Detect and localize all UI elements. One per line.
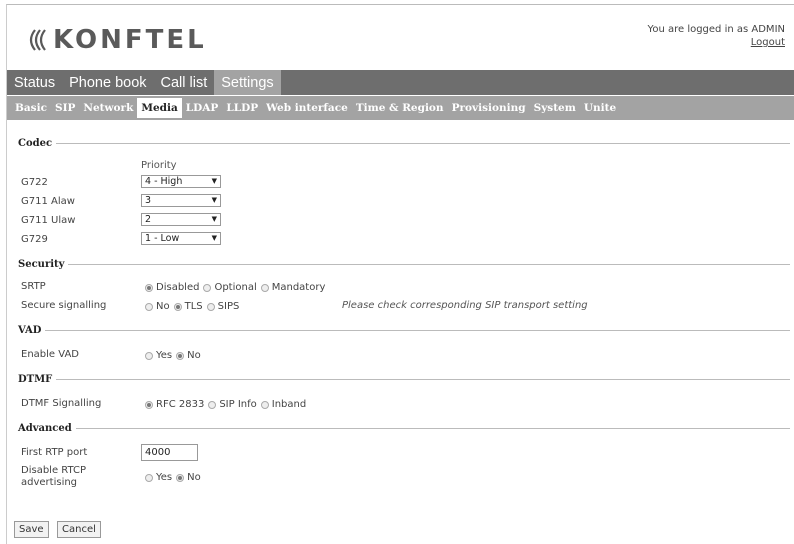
codec-label-g711-ulaw: G711 Ulaw — [21, 215, 76, 226]
subtab-web-interface[interactable]: Web interface — [262, 98, 352, 118]
dtmf-sip-info-radio[interactable]: SIP Info — [208, 399, 257, 410]
srtp-mandatory-radio[interactable]: Mandatory — [260, 282, 325, 293]
sip-transport-note: Please check corresponding SIP transport… — [342, 300, 588, 311]
signalling-no-radio[interactable]: No — [145, 301, 170, 312]
g711-alaw-priority-select[interactable]: 3 ▼ — [141, 194, 221, 207]
logo-text: KONFTEL — [53, 25, 207, 55]
cancel-button[interactable]: Cancel — [57, 521, 101, 538]
vad-section-title: VAD — [18, 325, 790, 336]
subtab-ldap[interactable]: LDAP — [182, 98, 223, 118]
first-rtp-port-input[interactable]: 4000 — [141, 444, 198, 461]
dtmf-section-title: DTMF — [18, 374, 790, 385]
subtab-media[interactable]: Media — [137, 98, 182, 118]
g729-priority-value: 1 - Low — [145, 233, 180, 244]
tab-settings[interactable]: Settings — [214, 70, 281, 95]
security-title: Security — [18, 259, 65, 270]
secure-signalling-radio-group: No TLS SIPS — [145, 301, 243, 312]
srtp-optional-radio[interactable]: Optional — [203, 282, 257, 293]
tab-status[interactable]: Status — [7, 70, 62, 95]
media-settings-form: Codec Priority G722 4 - High ▼ G711 Alaw … — [7, 120, 794, 543]
rtcp-no-radio[interactable]: No — [176, 472, 201, 483]
login-status: You are logged in as ADMIN — [647, 24, 785, 35]
srtp-label: SRTP — [21, 281, 46, 292]
subtab-system[interactable]: System — [530, 98, 580, 118]
subtab-sip[interactable]: SIP — [51, 98, 79, 118]
subtab-network[interactable]: Network — [79, 98, 137, 118]
main-nav: Status Phone book Call list Settings — [7, 70, 794, 95]
subtab-lldp[interactable]: LLDP — [222, 98, 262, 118]
advanced-title: Advanced — [18, 423, 72, 434]
g711-ulaw-priority-value: 2 — [145, 214, 152, 225]
dtmf-title: DTMF — [18, 374, 53, 385]
codec-label-g711-alaw: G711 Alaw — [21, 196, 75, 207]
codec-label-g722: G722 — [21, 177, 48, 188]
vad-yes-radio[interactable]: Yes — [145, 350, 172, 361]
vad-no-radio[interactable]: No — [176, 350, 201, 361]
advanced-section-title: Advanced — [18, 423, 790, 434]
dropdown-arrow-icon: ▼ — [211, 234, 217, 242]
subtab-unite[interactable]: Unite — [580, 98, 620, 118]
dropdown-arrow-icon: ▼ — [211, 215, 217, 223]
disable-rtcp-radio-group: Yes No — [145, 472, 205, 483]
g722-priority-select[interactable]: 4 - High ▼ — [141, 175, 221, 188]
srtp-disabled-radio[interactable]: Disabled — [145, 282, 199, 293]
signalling-sips-radio[interactable]: SIPS — [206, 301, 239, 312]
priority-label: Priority — [141, 160, 177, 171]
g729-priority-select[interactable]: 1 - Low ▼ — [141, 232, 221, 245]
dropdown-arrow-icon: ▼ — [211, 177, 217, 185]
vad-title: VAD — [18, 325, 42, 336]
subtab-time-region[interactable]: Time & Region — [352, 98, 448, 118]
subtab-basic[interactable]: Basic — [11, 98, 51, 118]
sound-waves-icon — [29, 29, 46, 51]
header: KONFTEL You are logged in as ADMIN Logou… — [7, 5, 794, 69]
enable-vad-radio-group: Yes No — [145, 350, 205, 361]
security-section-title: Security — [18, 259, 790, 270]
tab-call-list[interactable]: Call list — [154, 70, 215, 95]
subtab-provisioning[interactable]: Provisioning — [448, 98, 530, 118]
g711-ulaw-priority-select[interactable]: 2 ▼ — [141, 213, 221, 226]
srtp-radio-group: Disabled Optional Mandatory — [145, 282, 329, 293]
konftel-logo: KONFTEL — [21, 25, 207, 55]
dtmf-inband-radio[interactable]: Inband — [260, 399, 306, 410]
g722-priority-value: 4 - High — [145, 176, 183, 187]
logout-link[interactable]: Logout — [751, 37, 785, 48]
secure-signalling-label: Secure signalling — [21, 300, 107, 311]
first-rtp-port-label: First RTP port — [21, 447, 88, 458]
settings-subnav: Basic SIP Network Media LDAP LLDP Web in… — [7, 96, 794, 120]
codec-section-title: Codec — [18, 138, 790, 149]
enable-vad-label: Enable VAD — [21, 349, 79, 360]
login-info: You are logged in as ADMIN Logout — [648, 23, 785, 49]
disable-rtcp-label: Disable RTCP advertising — [21, 465, 87, 488]
g711-alaw-priority-value: 3 — [145, 195, 152, 206]
dropdown-arrow-icon: ▼ — [211, 196, 217, 204]
save-button[interactable]: Save — [14, 521, 49, 538]
dtmf-signalling-label: DTMF Signalling — [21, 398, 102, 409]
dtmf-rfc2833-radio[interactable]: RFC 2833 — [145, 399, 204, 410]
codec-label-g729: G729 — [21, 234, 48, 245]
tab-phone-book[interactable]: Phone book — [62, 70, 153, 95]
codec-title: Codec — [18, 138, 53, 149]
rtcp-yes-radio[interactable]: Yes — [145, 472, 172, 483]
dtmf-signalling-radio-group: RFC 2833 SIP Info Inband — [145, 399, 310, 410]
signalling-tls-radio[interactable]: TLS — [173, 301, 203, 312]
